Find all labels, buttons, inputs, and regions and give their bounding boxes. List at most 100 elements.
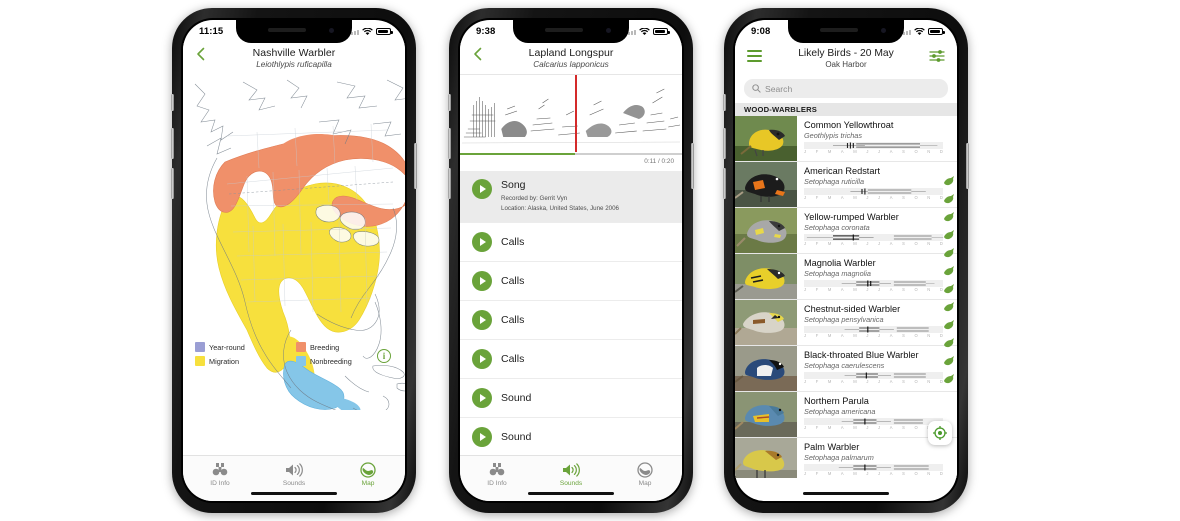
range-map[interactable]: Year-round Breeding Migration Nonbreedin… bbox=[183, 74, 405, 412]
tab-label: Sounds bbox=[282, 480, 306, 487]
palm-warbler-photo bbox=[735, 438, 797, 478]
bird-name: Magnolia Warbler bbox=[804, 258, 876, 268]
list-item[interactable]: Palm Warbler Setophaga palmarum JFMAMJJA… bbox=[735, 438, 957, 478]
tab-id-info[interactable]: ID Info bbox=[183, 461, 257, 487]
northern-parula-photo bbox=[735, 392, 797, 437]
play-icon[interactable] bbox=[472, 388, 492, 409]
wifi-icon bbox=[639, 27, 650, 35]
abundance-chart: JFMAMJJASOND bbox=[804, 325, 949, 339]
phone-screen: 11:15 Nashville Warbler Leiothlypis rufi… bbox=[183, 20, 405, 501]
notch bbox=[788, 20, 904, 43]
bird-silhouette-icon bbox=[944, 338, 954, 348]
tab-map[interactable]: Map bbox=[331, 461, 405, 487]
abundance-chart: JFMAMJJASOND bbox=[804, 187, 949, 201]
bird-scientific-name: Geothlypis trichas bbox=[804, 130, 862, 140]
sound-row-sound[interactable]: Sound bbox=[460, 418, 682, 458]
bird-silhouette-icon bbox=[944, 374, 954, 384]
list-header: Likely Birds - 20 May Oak Harbor bbox=[735, 43, 957, 75]
list-item[interactable]: Common Yellowthroat Geothlypis trichas J… bbox=[735, 116, 957, 162]
tab-sounds[interactable]: Sounds bbox=[257, 461, 331, 487]
sound-title: Song bbox=[501, 179, 526, 191]
american-redstart-photo bbox=[735, 162, 797, 207]
month-axis: JFMAMJJASOND bbox=[804, 241, 943, 246]
play-icon[interactable] bbox=[472, 349, 492, 370]
sound-row-calls[interactable]: Calls bbox=[460, 262, 682, 302]
legend-swatch bbox=[195, 342, 205, 352]
phone-bezel: 11:15 Nashville Warbler Leiothlypis rufi… bbox=[181, 18, 407, 503]
bird-scientific-name: Setophaga palmarum bbox=[804, 452, 874, 462]
wifi-icon bbox=[914, 27, 925, 35]
magnolia-warbler-photo bbox=[735, 254, 797, 299]
list-item[interactable]: Black-throated Blue Warbler Setophaga ca… bbox=[735, 346, 957, 392]
tab-map[interactable]: Map bbox=[608, 461, 682, 487]
sound-row-sound[interactable]: Sound bbox=[460, 379, 682, 419]
sound-title: Sound bbox=[501, 392, 532, 405]
screenshot-stage: 11:15 Nashville Warbler Leiothlypis rufi… bbox=[0, 0, 1180, 521]
search-input[interactable]: Search bbox=[744, 79, 948, 98]
playhead bbox=[575, 75, 577, 152]
search-placeholder: Search bbox=[765, 83, 793, 94]
play-icon[interactable] bbox=[472, 179, 492, 199]
tab-label: Map bbox=[638, 480, 652, 487]
sound-row-calls[interactable]: Calls bbox=[460, 223, 682, 263]
chevron-left-icon[interactable] bbox=[471, 47, 485, 61]
legend-label: Nonbreeding bbox=[310, 356, 352, 366]
globe-icon bbox=[637, 461, 653, 478]
tab-sounds[interactable]: Sounds bbox=[534, 461, 608, 487]
binoculars-icon bbox=[489, 461, 505, 478]
list-item[interactable]: Chestnut-sided Warbler Setophaga pensylv… bbox=[735, 300, 957, 346]
list-item[interactable]: American Redstart Setophaga ruticilla JF… bbox=[735, 162, 957, 208]
sound-row-song[interactable]: Song Recorded by: Gerrit Vyn Location: A… bbox=[460, 171, 682, 224]
sliders-filter-icon[interactable] bbox=[929, 49, 945, 63]
locate-target-icon[interactable] bbox=[928, 421, 952, 445]
phone-2-sounds: 9:38 Lapland Longspur Calcarius lapponic… bbox=[448, 8, 694, 513]
scientific-name: Leiothlypis ruficapilla bbox=[256, 60, 332, 69]
legend-swatch bbox=[296, 356, 306, 366]
progress-bar[interactable] bbox=[460, 153, 682, 155]
bird-name: Palm Warbler bbox=[804, 442, 860, 452]
month-axis: JFMAMJJASOND bbox=[804, 287, 943, 292]
bird-silhouette-icon bbox=[944, 266, 954, 276]
speaker-waves-icon bbox=[285, 461, 303, 478]
list-item[interactable]: Northern Parula Setophaga americana JFMA… bbox=[735, 392, 957, 438]
tab-id-info[interactable]: ID Info bbox=[460, 461, 534, 487]
sound-row-calls[interactable]: Calls bbox=[460, 301, 682, 341]
sound-title: Calls bbox=[501, 314, 525, 327]
hamburger-menu-icon[interactable] bbox=[747, 50, 762, 62]
tab-label: ID Info bbox=[210, 480, 230, 487]
play-icon[interactable] bbox=[472, 271, 492, 292]
sound-title: Calls bbox=[501, 275, 525, 288]
nav-header: Nashville Warbler Leiothlypis ruficapill… bbox=[183, 43, 405, 74]
tab-bar: ID Info Sounds Map bbox=[460, 455, 682, 501]
play-icon[interactable] bbox=[472, 232, 492, 253]
page-title: Lapland Longspur bbox=[528, 47, 614, 59]
bird-scientific-name: Setophaga pensylvanica bbox=[804, 314, 884, 324]
tab-label: Map bbox=[361, 480, 375, 487]
legend-swatch bbox=[296, 342, 306, 352]
phone-screen: 9:38 Lapland Longspur Calcarius lapponic… bbox=[460, 20, 682, 501]
speaker-waves-icon bbox=[562, 461, 580, 478]
common-yellowthroat-photo bbox=[735, 116, 797, 161]
status-time: 11:15 bbox=[199, 26, 224, 37]
sound-title: Calls bbox=[501, 236, 525, 249]
tab-label: ID Info bbox=[487, 480, 507, 487]
abundance-chart: JFMAMJJASOND bbox=[804, 463, 949, 477]
chevron-left-icon[interactable] bbox=[194, 47, 208, 61]
sound-title: Sound bbox=[501, 431, 532, 444]
home-indicator bbox=[803, 491, 889, 495]
month-axis: JFMAMJJASOND bbox=[804, 379, 943, 384]
month-axis: JFMAMJJASOND bbox=[804, 195, 943, 200]
bird-list[interactable]: Common Yellowthroat Geothlypis trichas J… bbox=[735, 116, 957, 478]
info-circle-icon[interactable]: i bbox=[377, 349, 391, 363]
play-icon[interactable] bbox=[472, 310, 492, 331]
tab-label: Sounds bbox=[559, 480, 583, 487]
legend-item-migration: Migration bbox=[195, 356, 290, 366]
list-item[interactable]: Magnolia Warbler Setophaga magnolia JFMA… bbox=[735, 254, 957, 300]
bird-scientific-name: Setophaga magnolia bbox=[804, 268, 871, 278]
home-indicator bbox=[528, 491, 614, 495]
play-icon[interactable] bbox=[472, 427, 492, 448]
list-item[interactable]: Yellow-rumped Warbler Setophaga coronata… bbox=[735, 208, 957, 254]
spectrogram[interactable] bbox=[460, 74, 682, 157]
bird-silhouette-icon bbox=[944, 212, 954, 222]
sound-row-calls[interactable]: Calls bbox=[460, 340, 682, 380]
